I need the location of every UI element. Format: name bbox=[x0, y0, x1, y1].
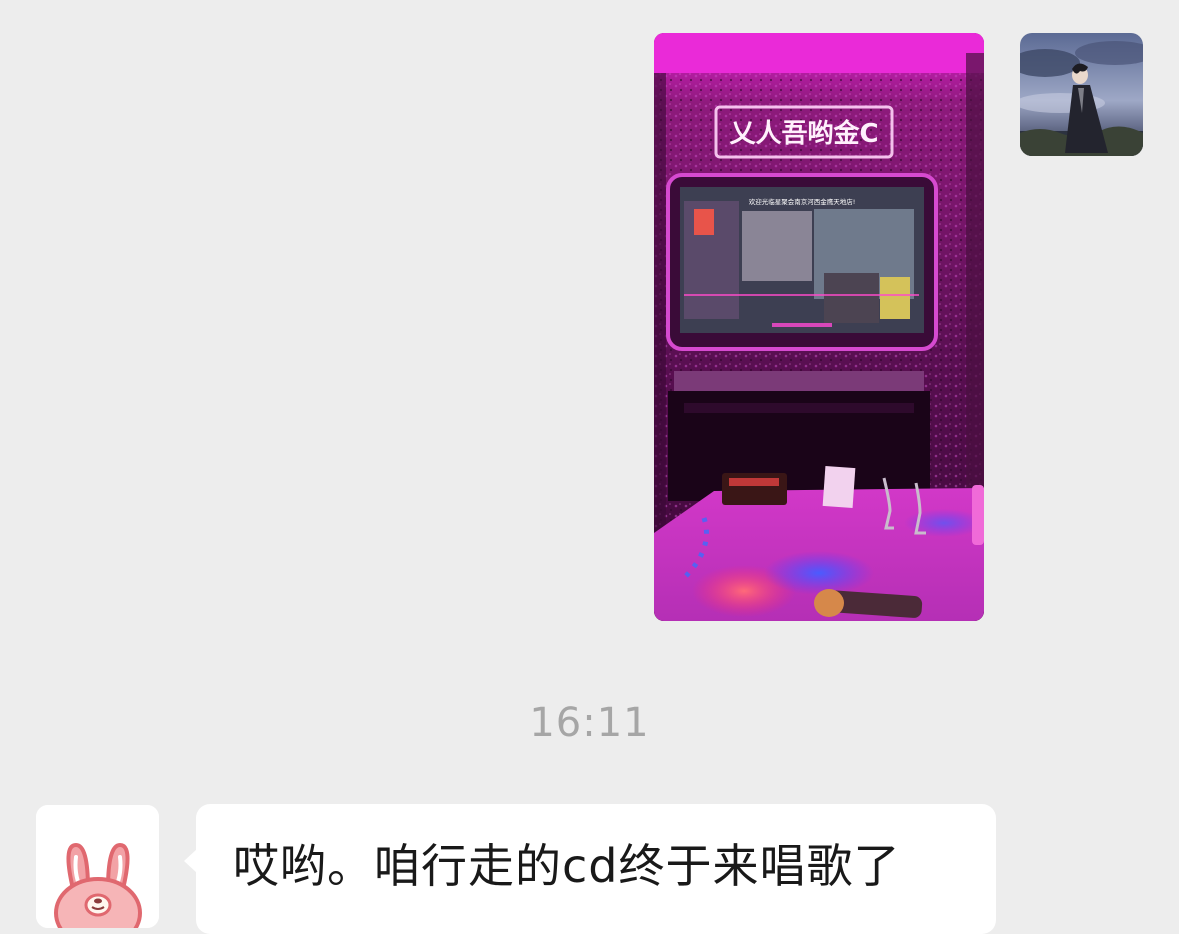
message-text: 哎哟。咱行走的cd终于来唱歌了 bbox=[233, 839, 901, 893]
ktv-room-photo: 乂人吾哟金C 欢迎光临星聚会南京河西金鹰天地店! bbox=[654, 33, 984, 621]
chat-area: 乂人吾哟金C 欢迎光临星聚会南京河西金鹰天地店! 16:11 哎哟。咱行走的cd… bbox=[0, 0, 1179, 934]
self-avatar[interactable] bbox=[1020, 33, 1143, 156]
bubble-tail bbox=[184, 849, 197, 873]
message-timestamp: 16:11 bbox=[529, 700, 650, 746]
tv-banner-text: 欢迎光临星聚会南京河西金鹰天地店! bbox=[749, 197, 856, 206]
sent-photo-message[interactable]: 乂人吾哟金C 欢迎光临星聚会南京河西金鹰天地店! bbox=[654, 33, 984, 621]
received-text-message[interactable]: 哎哟。咱行走的cd终于来唱歌了 bbox=[184, 804, 996, 934]
swordsman-landscape-icon bbox=[1020, 33, 1143, 156]
neon-sign-text: 乂人吾哟金C bbox=[729, 118, 878, 149]
